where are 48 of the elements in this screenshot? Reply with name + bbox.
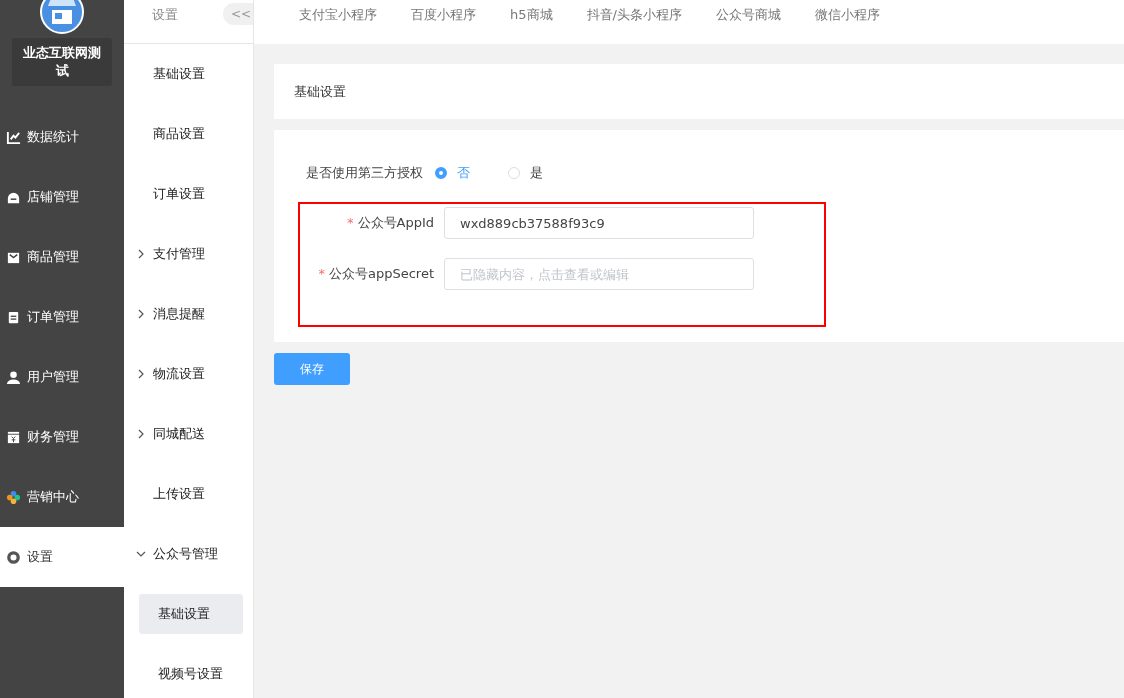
submenu-item[interactable]: 支付管理 [124, 224, 253, 284]
submenu-item[interactable]: 商品设置 [124, 104, 253, 164]
submenu-item[interactable]: 公众号管理 [124, 524, 253, 584]
field-label: 是否使用第三方授权 [306, 164, 423, 182]
sidebar-item[interactable]: 设置 [0, 527, 124, 587]
platform-tab[interactable]: 百度小程序 [411, 6, 476, 24]
submenu-item[interactable]: 上传设置 [124, 464, 253, 524]
platform-tab[interactable]: 公众号商城 [715, 6, 781, 24]
platform-tab[interactable]: 微信小程序 [814, 6, 880, 24]
chart-icon [6, 129, 21, 145]
input-field[interactable]: wxd889cb37588f93c9 [444, 207, 754, 239]
clipboard-icon [6, 309, 21, 325]
submenu-item[interactable]: 物流设置 [124, 344, 253, 404]
sidebar-item[interactable]: 营销中心 [0, 467, 124, 527]
sidebar-item[interactable]: 用户管理 [0, 347, 124, 407]
sidebar-item[interactable]: 数据统计 [0, 107, 124, 167]
store-name: 业态互联网测试 [12, 38, 112, 86]
page-title: 基础设置 [294, 82, 346, 101]
platform-tab[interactable]: 支付宝小程序 [299, 6, 377, 24]
sidebar-item[interactable]: 店铺管理 [0, 167, 124, 227]
sidebar-item[interactable]: 财务管理 [0, 407, 124, 467]
submenu-title: 设置 [152, 5, 178, 24]
required-mark: * [318, 266, 325, 281]
submenu-item[interactable]: 基础设置 [139, 594, 243, 634]
field-label: 公众号appSecret [328, 266, 434, 281]
chevron-icon [136, 429, 146, 439]
store-logo-icon [40, 0, 84, 34]
user-icon [6, 369, 21, 385]
submenu-item[interactable]: 同城配送 [124, 404, 253, 464]
platform-tab[interactable]: h5商城 [510, 6, 553, 24]
submenu-item[interactable]: 基础设置 [124, 44, 253, 104]
submenu-item[interactable]: 视频号设置 [139, 654, 243, 694]
sidebar-item[interactable]: 订单管理 [0, 287, 124, 347]
submenu-item[interactable]: 消息提醒 [124, 284, 253, 344]
chevron-icon [136, 249, 146, 259]
field-label: 公众号AppId [357, 215, 434, 230]
clover-icon [6, 489, 21, 505]
platform-tab[interactable]: 抖音/头条小程序 [586, 6, 682, 24]
sidebar-item[interactable]: 商品管理 [0, 227, 124, 287]
chevron-icon [136, 369, 146, 379]
input-field[interactable]: 已隐藏内容，点击查看或编辑 [444, 258, 754, 290]
radio-option[interactable]: 是 [508, 164, 543, 182]
yen-icon [6, 429, 21, 445]
chevron-icon [136, 309, 146, 319]
submenu-item[interactable]: 订单设置 [124, 164, 253, 224]
chevron-icon [136, 549, 146, 559]
required-mark: * [347, 215, 354, 230]
gear-icon [6, 549, 21, 565]
